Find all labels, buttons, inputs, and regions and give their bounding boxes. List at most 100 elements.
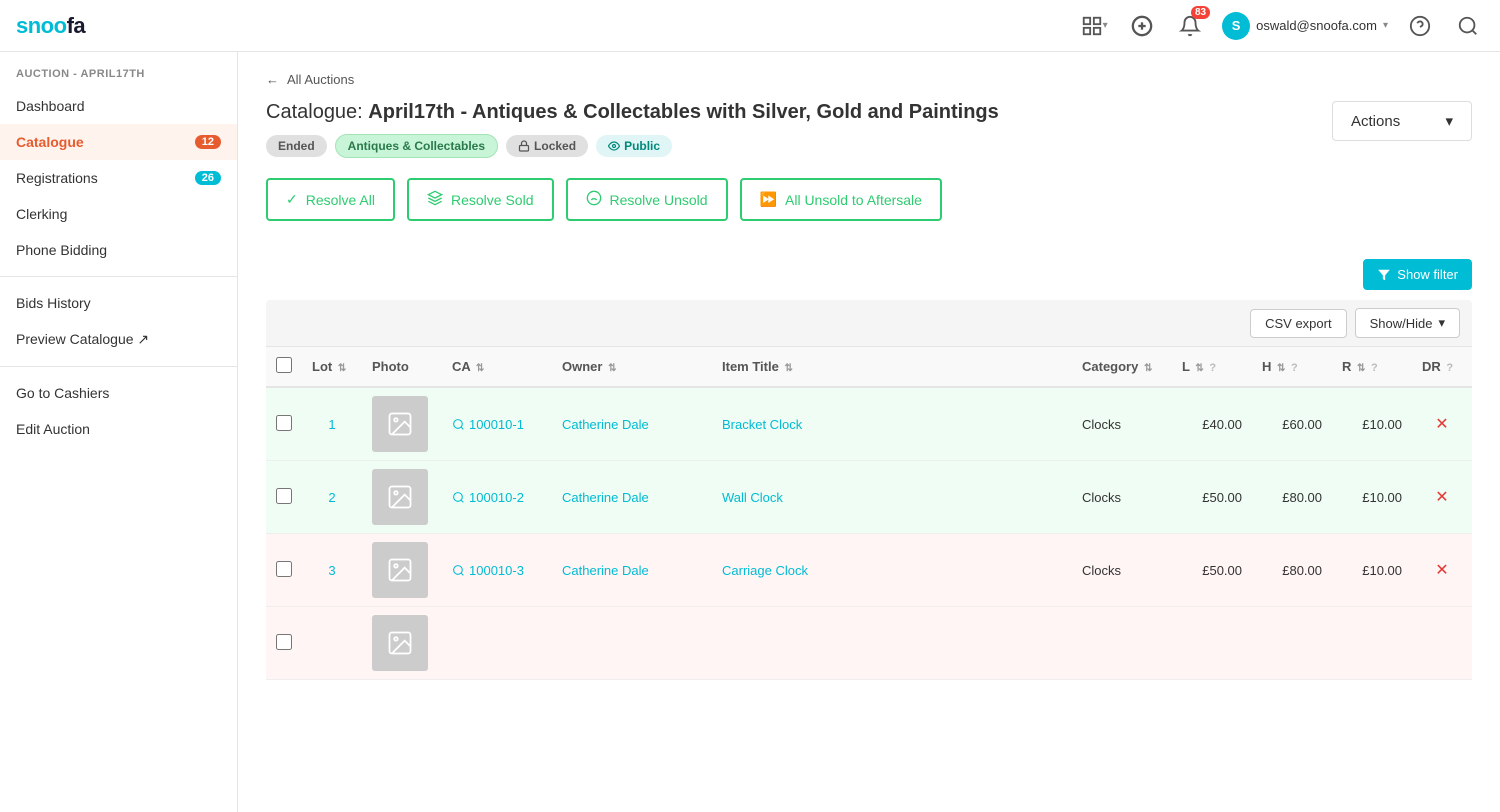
registrations-badge: 26 (195, 171, 221, 185)
row2-owner: Catherine Dale (552, 461, 712, 534)
actions-label: Actions (1351, 113, 1400, 130)
row1-category: Clocks (1072, 387, 1172, 461)
title-bold: April17th - Antiques & Collectables with… (368, 101, 998, 123)
row3-checkbox[interactable] (276, 561, 292, 577)
resolve-all-button[interactable]: ✓ Resolve All (266, 178, 395, 221)
sidebar-item-preview-catalogue[interactable]: Preview Catalogue ↗ (0, 321, 237, 358)
row4-checkbox[interactable] (276, 634, 292, 650)
sidebar-label-dashboard: Dashboard (16, 98, 85, 114)
sidebar-item-go-to-cashiers[interactable]: Go to Cashiers (0, 375, 237, 411)
row3-item-title: Carriage Clock (712, 534, 1072, 607)
action-buttons-row: ✓ Resolve All Resolve Sold Resolve Unsol… (266, 178, 1472, 221)
grid-icon-btn[interactable]: ▾ (1078, 10, 1110, 42)
resolve-unsold-button[interactable]: Resolve Unsold (566, 178, 728, 221)
row3-delete-icon[interactable]: ✕ (1435, 562, 1448, 579)
row2-H: £80.00 (1252, 461, 1332, 534)
notifications-icon-btn[interactable]: 83 (1174, 10, 1206, 42)
th-R[interactable]: R ⇅ ? (1332, 347, 1412, 388)
row1-owner-link[interactable]: Catherine Dale (562, 417, 649, 432)
l-help-icon[interactable]: ? (1209, 362, 1216, 374)
th-L[interactable]: L ⇅ ? (1172, 347, 1252, 388)
user-section[interactable]: S oswald@snoofa.com ▾ (1222, 12, 1388, 40)
row1-checkbox[interactable] (276, 415, 292, 431)
row3-L: £50.00 (1172, 534, 1252, 607)
sidebar-item-catalogue[interactable]: Catalogue 12 (0, 124, 237, 160)
actions-section: Actions ▾ (1332, 101, 1472, 141)
sidebar-item-registrations[interactable]: Registrations 26 (0, 160, 237, 196)
select-all-checkbox[interactable] (276, 357, 292, 373)
r-help-icon[interactable]: ? (1371, 362, 1378, 374)
row2-ca-link[interactable]: 100010-2 (452, 490, 542, 505)
row1-ca-link[interactable]: 100010-1 (452, 417, 542, 432)
th-H[interactable]: H ⇅ ? (1252, 347, 1332, 388)
sidebar-label-catalogue: Catalogue (16, 134, 84, 150)
dr-help-icon[interactable]: ? (1446, 362, 1453, 374)
row3-ca-link[interactable]: 100010-3 (452, 563, 542, 578)
resolve-all-icon: ✓ (286, 191, 298, 208)
badge-ended: Ended (266, 135, 327, 157)
th-category[interactable]: Category ⇅ (1072, 347, 1172, 388)
row2-checkbox-cell (266, 461, 302, 534)
row2-checkbox[interactable] (276, 488, 292, 504)
row3-title-link[interactable]: Carriage Clock (722, 563, 808, 578)
row2-delete-icon[interactable]: ✕ (1435, 489, 1448, 506)
row1-R: £10.00 (1332, 387, 1412, 461)
row2-R: £10.00 (1332, 461, 1412, 534)
sidebar-label-go-to-cashiers: Go to Cashiers (16, 385, 109, 401)
row2-ca: 100010-2 (442, 461, 552, 534)
row2-title-link[interactable]: Wall Clock (722, 490, 783, 505)
nav-icons: ▾ 83 S oswald@snoofa.com ▾ (1078, 10, 1484, 42)
l-sort-icon: ⇅ (1195, 363, 1203, 374)
user-dropdown-chevron: ▾ (1383, 20, 1388, 31)
table-actions-row: CSV export Show/Hide ▾ (266, 300, 1472, 346)
h-help-icon[interactable]: ? (1291, 362, 1298, 374)
resolve-sold-button[interactable]: Resolve Sold (407, 178, 554, 221)
row1-lot-link[interactable]: 1 (328, 417, 335, 432)
row2-lot-link[interactable]: 2 (328, 490, 335, 505)
catalogue-badge: 12 (195, 135, 221, 149)
ca-sort-icon: ⇅ (476, 363, 484, 374)
search-icon-btn[interactable] (1452, 10, 1484, 42)
item-title-sort-icon: ⇅ (784, 363, 792, 374)
sidebar-item-phone-bidding[interactable]: Phone Bidding (0, 232, 237, 268)
row3-owner-link[interactable]: Catherine Dale (562, 563, 649, 578)
sidebar-item-dashboard[interactable]: Dashboard (0, 88, 237, 124)
row3-category: Clocks (1072, 534, 1172, 607)
show-hide-button[interactable]: Show/Hide ▾ (1355, 308, 1460, 338)
actions-button[interactable]: Actions ▾ (1332, 101, 1472, 141)
grid-chevron: ▾ (1103, 20, 1108, 31)
add-icon-btn[interactable] (1126, 10, 1158, 42)
all-unsold-label: All Unsold to Aftersale (785, 192, 922, 208)
sidebar-label-phone-bidding: Phone Bidding (16, 242, 107, 258)
th-ca[interactable]: CA ⇅ (442, 347, 552, 388)
row4-checkbox-cell (266, 607, 302, 680)
r-sort-icon: ⇅ (1357, 363, 1365, 374)
show-hide-label: Show/Hide (1370, 316, 1433, 331)
row2-owner-link[interactable]: Catherine Dale (562, 490, 649, 505)
row3-lot: 3 (302, 534, 362, 607)
row1-photo (362, 387, 442, 461)
row1-DR: ✕ (1412, 387, 1472, 461)
row1-title-link[interactable]: Bracket Clock (722, 417, 802, 432)
sidebar-item-edit-auction[interactable]: Edit Auction (0, 411, 237, 447)
breadcrumb[interactable]: ← All Auctions (266, 72, 1472, 87)
row4-rest (442, 607, 1472, 680)
top-nav: snoofa ▾ 83 S oswald@snoofa. (0, 0, 1500, 52)
th-item-title[interactable]: Item Title ⇅ (712, 347, 1072, 388)
help-icon-btn[interactable] (1404, 10, 1436, 42)
csv-export-button[interactable]: CSV export (1250, 309, 1346, 338)
badges-row: Ended Antiques & Collectables Locked Pub… (266, 134, 999, 158)
show-filter-button[interactable]: Show filter (1363, 259, 1472, 290)
sidebar-item-clerking[interactable]: Clerking (0, 196, 237, 232)
row3-lot-link[interactable]: 3 (328, 563, 335, 578)
row3-R: £10.00 (1332, 534, 1412, 607)
th-checkbox (266, 347, 302, 388)
all-unsold-aftersale-button[interactable]: ⏩ All Unsold to Aftersale (740, 178, 942, 221)
th-lot[interactable]: Lot ⇅ (302, 347, 362, 388)
sidebar-item-bids-history[interactable]: Bids History (0, 285, 237, 321)
th-DR: DR ? (1412, 347, 1472, 388)
row1-delete-icon[interactable]: ✕ (1435, 416, 1448, 433)
csv-export-label: CSV export (1265, 316, 1331, 331)
row4-photo-placeholder (372, 615, 428, 671)
th-owner[interactable]: Owner ⇅ (552, 347, 712, 388)
